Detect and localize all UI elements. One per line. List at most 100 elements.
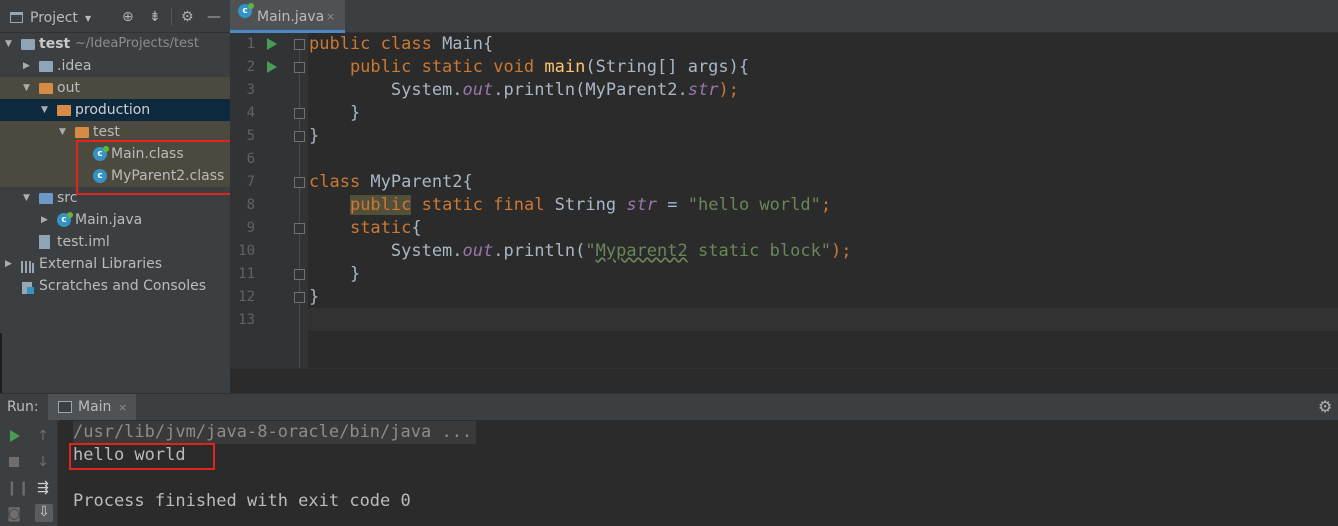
panel-edge — [0, 333, 2, 393]
collapse-all-icon[interactable]: ⇟ — [149, 9, 161, 25]
tree-item-label: production — [75, 102, 151, 118]
keyword: class — [309, 172, 361, 192]
tree-item-label: out — [57, 80, 80, 96]
folder-icon — [39, 61, 53, 72]
code-text: (String[] args){ — [585, 57, 750, 77]
run-toolbar: ↑ ↓ ❙❙ ⇶ ◙ ⇩ — [0, 420, 58, 526]
code-text: String — [544, 195, 627, 215]
target-icon[interactable]: ⊕ — [122, 9, 134, 25]
code-text: System. — [309, 241, 463, 261]
string-literal: static block" — [687, 241, 832, 261]
camera-icon[interactable]: ◙ — [6, 506, 22, 522]
divider — [171, 8, 172, 26]
expand-arrow-icon[interactable]: ▶ — [5, 253, 12, 275]
typo-word: Myparent2 — [595, 241, 688, 261]
code-line-3: System.out.println(MyParent2.str); — [309, 79, 739, 102]
arrow-up-icon[interactable]: ↑ — [35, 428, 51, 444]
chevron-down-icon[interactable]: ▼ — [85, 14, 91, 23]
tree-item-scratches[interactable]: Scratches and Consoles — [0, 275, 230, 297]
code-line-4: } — [309, 103, 361, 123]
code-line-10: System.out.println("Myparent2 static blo… — [309, 240, 852, 263]
tree-item-path: ~/IdeaProjects/test — [75, 36, 199, 51]
line-number: 10 — [238, 243, 255, 259]
minimize-icon[interactable]: — — [207, 9, 221, 25]
code-text: ); — [718, 80, 739, 100]
tree-item-production[interactable]: ▼ production — [0, 99, 230, 121]
editor-bottom-area — [230, 368, 1338, 393]
tree-item-external-libraries[interactable]: ▶ External Libraries — [0, 253, 230, 275]
code-text: .println(MyParent2. — [493, 80, 688, 100]
expand-arrow-icon[interactable]: ▶ — [23, 55, 30, 77]
java-class-icon: c — [238, 3, 254, 18]
arrow-down-icon[interactable]: ↓ — [35, 454, 51, 470]
fold-icon[interactable] — [294, 177, 305, 188]
highlight-box — [69, 443, 215, 470]
code-line-8: public static final String str = "hello … — [309, 194, 831, 217]
module-folder-icon — [21, 39, 35, 50]
tree-item-label: .idea — [57, 58, 92, 74]
project-header: Project ▼ ⊕ ⇟ ⚙ — — [0, 0, 230, 33]
tree-item-main-java[interactable]: ▶ c Main.java — [0, 209, 230, 231]
line-number: 9 — [246, 220, 255, 236]
module-file-icon — [39, 235, 50, 249]
console-exit-line: Process finished with exit code 0 — [73, 491, 411, 511]
run-tab-main[interactable]: Main × — [48, 394, 136, 421]
scroll-to-end-icon[interactable]: ⇩ — [35, 504, 53, 522]
line-number: 6 — [246, 151, 255, 167]
project-view-selector[interactable]: Project — [30, 10, 78, 26]
code-line-5: } — [309, 126, 320, 146]
expand-arrow-icon[interactable]: ▼ — [23, 187, 30, 209]
close-icon[interactable]: × — [326, 10, 335, 23]
fold-icon[interactable] — [294, 62, 305, 73]
run-panel-header: Run: Main × ⚙ — [0, 393, 1338, 421]
gear-icon[interactable]: ⚙ — [181, 9, 194, 25]
line-number: 8 — [246, 197, 255, 213]
fold-icon[interactable] — [294, 131, 305, 142]
tree-item-label: src — [57, 190, 78, 206]
stop-icon[interactable] — [6, 454, 22, 470]
fold-icon[interactable] — [294, 292, 305, 303]
tree-item-idea[interactable]: ▶ .idea — [0, 55, 230, 77]
code-line-12: } — [309, 287, 320, 307]
expand-arrow-icon[interactable]: ▼ — [59, 121, 66, 143]
excluded-folder-icon — [75, 127, 89, 138]
code-text: .println( — [493, 241, 586, 261]
tree-item-label: test — [39, 36, 71, 52]
static-field: str — [626, 195, 658, 215]
run-gutter-icon[interactable] — [267, 38, 277, 50]
string-literal: "hello world" — [687, 195, 821, 215]
tree-item-out[interactable]: ▼ out — [0, 77, 230, 99]
close-icon[interactable]: × — [118, 401, 127, 414]
gear-icon[interactable]: ⚙ — [1318, 397, 1332, 416]
tree-item-test-project[interactable]: ▼ test ~/IdeaProjects/test — [0, 33, 230, 55]
pause-icon[interactable]: ❙❙ — [6, 480, 29, 496]
fold-icon[interactable] — [294, 108, 305, 119]
code-text: Main{ — [431, 34, 494, 54]
expand-arrow-icon[interactable]: ▼ — [41, 99, 48, 121]
fold-icon[interactable] — [294, 39, 305, 50]
tab-main-java[interactable]: c Main.java × — [230, 0, 345, 33]
code-text: System. — [309, 80, 463, 100]
run-gutter-icon[interactable] — [267, 61, 277, 73]
console-icon — [58, 401, 72, 413]
line-number: 12 — [238, 289, 255, 305]
line-number: 4 — [246, 105, 255, 121]
console-command-line[interactable]: /usr/lib/jvm/java-8-oracle/bin/java ... — [73, 421, 477, 444]
excluded-folder-icon — [57, 105, 71, 116]
library-icon — [21, 258, 34, 273]
keyword: public class — [309, 34, 432, 54]
rerun-icon[interactable] — [6, 428, 22, 444]
expand-arrow-icon[interactable]: ▼ — [5, 33, 12, 55]
code-line-7: class MyParent2{ — [309, 171, 473, 194]
excluded-folder-icon — [39, 83, 53, 94]
code-text: = — [657, 195, 688, 215]
soft-wrap-icon[interactable]: ⇶ — [35, 480, 51, 496]
fold-icon[interactable] — [294, 269, 305, 280]
fold-icon[interactable] — [294, 223, 305, 234]
tree-item-test-iml[interactable]: test.iml — [0, 231, 230, 253]
project-panel: Project ▼ ⊕ ⇟ ⚙ — ▼ test ~/IdeaProjects/… — [0, 0, 230, 393]
expand-arrow-icon[interactable]: ▼ — [23, 77, 30, 99]
code-text: { — [411, 218, 422, 238]
expand-arrow-icon[interactable]: ▶ — [41, 209, 48, 231]
